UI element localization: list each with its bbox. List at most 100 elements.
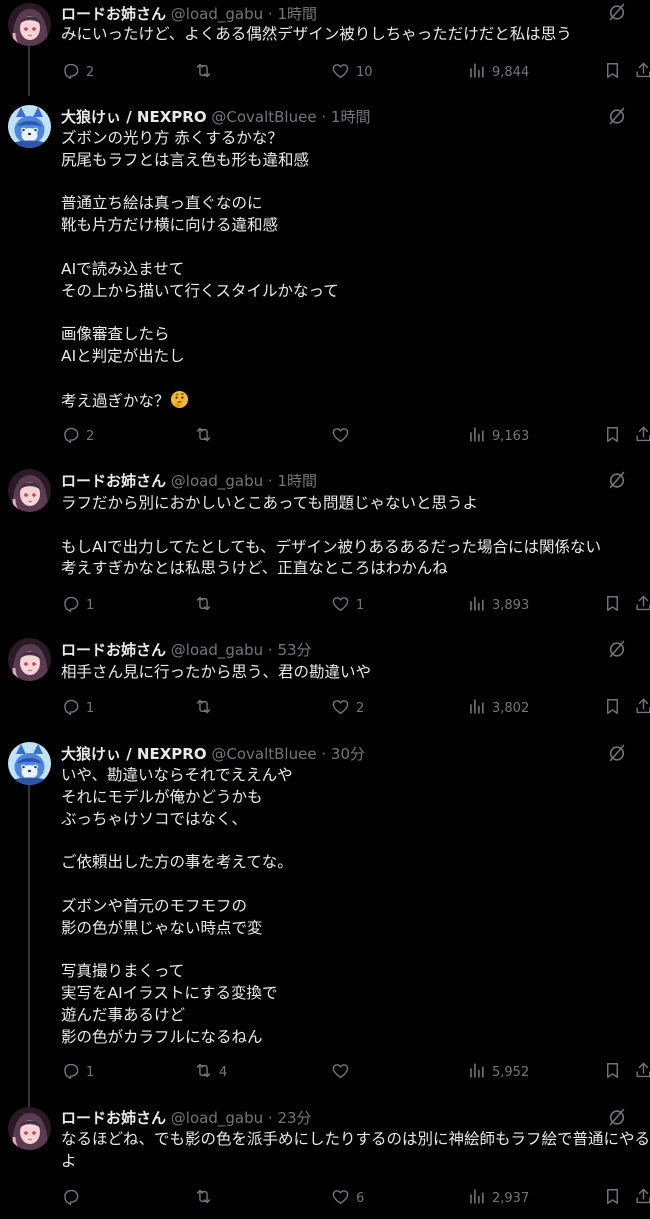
tweet-text: ズボンの光り方 赤くするかな？ 尻尾もラフとは言え色も形も違和感 普通立ち絵は真…: [61, 128, 650, 412]
reply-count: 1: [86, 597, 95, 613]
views-button[interactable]: 9,163: [467, 424, 529, 448]
share-icon: [634, 697, 650, 720]
action-bar: 1 1 3,893: [0, 593, 650, 617]
bookmark-button[interactable]: [603, 593, 622, 617]
grok-icon[interactable]: [607, 470, 627, 490]
like-button[interactable]: [331, 424, 356, 448]
grok-icon[interactable]: [607, 639, 627, 659]
bar-chart-icon: [467, 1061, 486, 1084]
retweet-button[interactable]: 4: [194, 1060, 227, 1084]
tweet[interactable]: ロードお姉さん @load_gabu · 1時間 みにいったけど、よくある偶然デ…: [0, 0, 650, 96]
view-count: 5,952: [492, 1064, 530, 1080]
share-button[interactable]: [634, 593, 650, 617]
action-bar: 1 2 3,802: [0, 696, 650, 720]
tweet[interactable]: 大狼けぃ / NEXPRO @CovaltBluee · 30分 いや、勘違いな…: [0, 739, 650, 1145]
timestamp[interactable]: 30分: [331, 745, 365, 763]
tweet-header: 大狼けぃ / NEXPRO @CovaltBluee · 1時間: [61, 104, 370, 130]
tweet[interactable]: ロードお姉さん @load_gabu · 23分 なるほどね、でも影の色を派手め…: [0, 1104, 650, 1219]
views-button[interactable]: 9,844: [467, 60, 529, 84]
thread-line: [28, 785, 30, 1145]
grok-icon[interactable]: [607, 106, 627, 126]
display-name[interactable]: ロードお姉さん: [61, 1109, 166, 1127]
views-button[interactable]: 5,952: [467, 1060, 529, 1084]
bar-chart-icon: [467, 1187, 486, 1210]
display-name[interactable]: ロードお姉さん: [61, 5, 166, 23]
grok-icon[interactable]: [607, 743, 627, 763]
reply-icon: [61, 1187, 80, 1210]
tweet-text-content: ズボンの光り方 赤くするかな？ 尻尾もラフとは言え色も形も違和感 普通立ち絵は真…: [61, 129, 339, 410]
handle[interactable]: @load_gabu: [171, 472, 263, 490]
tweet-text: いや、勘違いならそれでええんや それにモデルが俺かどうかも ぶっちゃけソコではな…: [61, 766, 293, 1046]
timestamp[interactable]: 23分: [277, 1109, 311, 1127]
tweet[interactable]: 大狼けぃ / NEXPRO @CovaltBluee · 1時間 ズボンの光り方…: [0, 102, 650, 454]
retweet-button[interactable]: [194, 696, 219, 720]
display-name[interactable]: ロードお姉さん: [61, 472, 166, 490]
bookmark-icon: [603, 1187, 622, 1210]
reply-button[interactable]: 2: [61, 60, 94, 84]
views-button[interactable]: 2,937: [467, 1186, 529, 1210]
bookmark-button[interactable]: [603, 60, 622, 84]
timestamp[interactable]: 1時間: [331, 108, 371, 126]
retweet-icon: [194, 61, 213, 84]
avatar[interactable]: [8, 742, 51, 785]
like-button[interactable]: [331, 1060, 356, 1084]
reply-button[interactable]: 2: [61, 424, 94, 448]
bookmark-button[interactable]: [603, 1060, 622, 1084]
avatar[interactable]: [8, 105, 51, 148]
share-button[interactable]: [634, 424, 650, 448]
retweet-button[interactable]: [194, 1186, 219, 1210]
timestamp[interactable]: 1時間: [277, 472, 317, 490]
views-button[interactable]: 3,802: [467, 696, 529, 720]
share-icon: [634, 1187, 650, 1210]
bookmark-icon: [603, 61, 622, 84]
tweet[interactable]: ロードお姉さん @load_gabu · 53分 相手さん見に行ったから思う、君…: [0, 635, 650, 730]
tweet-header: 大狼けぃ / NEXPRO @CovaltBluee · 30分: [61, 741, 365, 767]
reply-button[interactable]: 1: [61, 696, 94, 720]
heart-icon: [331, 1061, 350, 1084]
like-button[interactable]: 10: [331, 60, 373, 84]
tweet-text: みにいったけど、よくある偶然デザイン被りしちゃっただけだと私は思う: [61, 25, 572, 43]
separator-dot: ·: [267, 5, 273, 23]
retweet-button[interactable]: [194, 424, 219, 448]
like-button[interactable]: 6: [331, 1186, 364, 1210]
grok-icon[interactable]: [607, 1107, 627, 1127]
bookmark-button[interactable]: [603, 1186, 622, 1210]
avatar[interactable]: [8, 3, 51, 46]
like-count: 6: [356, 1190, 365, 1206]
handle[interactable]: @load_gabu: [171, 1109, 263, 1127]
view-count: 9,163: [492, 428, 530, 444]
bookmark-icon: [603, 697, 622, 720]
share-button[interactable]: [634, 696, 650, 720]
handle[interactable]: @CovaltBluee: [211, 108, 316, 126]
avatar[interactable]: [8, 469, 51, 512]
grok-icon[interactable]: [607, 2, 627, 22]
like-button[interactable]: 2: [331, 696, 364, 720]
bookmark-button[interactable]: [603, 696, 622, 720]
reply-button[interactable]: 1: [61, 1060, 94, 1084]
views-button[interactable]: 3,893: [467, 593, 529, 617]
avatar[interactable]: [8, 1107, 51, 1150]
handle[interactable]: @load_gabu: [171, 5, 263, 23]
share-button[interactable]: [634, 1060, 650, 1084]
bookmark-button[interactable]: [603, 424, 622, 448]
handle[interactable]: @load_gabu: [171, 641, 263, 659]
display-name[interactable]: ロードお姉さん: [61, 641, 166, 659]
retweet-icon: [194, 697, 213, 720]
view-count: 3,893: [492, 597, 530, 613]
avatar[interactable]: [8, 638, 51, 681]
display-name[interactable]: 大狼けぃ / NEXPRO: [61, 745, 207, 763]
reply-button[interactable]: 1: [61, 593, 94, 617]
handle[interactable]: @CovaltBluee: [211, 745, 316, 763]
share-icon: [634, 425, 650, 448]
tweet[interactable]: ロードお姉さん @load_gabu · 1時間 ラフだから別におかしいとこあっ…: [0, 466, 650, 622]
display-name[interactable]: 大狼けぃ / NEXPRO: [61, 108, 207, 126]
reply-button[interactable]: [61, 1186, 86, 1210]
timestamp[interactable]: 1時間: [277, 5, 317, 23]
separator-dot: ·: [267, 641, 273, 659]
timestamp[interactable]: 53分: [277, 641, 311, 659]
share-button[interactable]: [634, 1186, 650, 1210]
retweet-button[interactable]: [194, 60, 219, 84]
share-button[interactable]: [634, 60, 650, 84]
like-button[interactable]: 1: [331, 593, 364, 617]
retweet-button[interactable]: [194, 593, 219, 617]
